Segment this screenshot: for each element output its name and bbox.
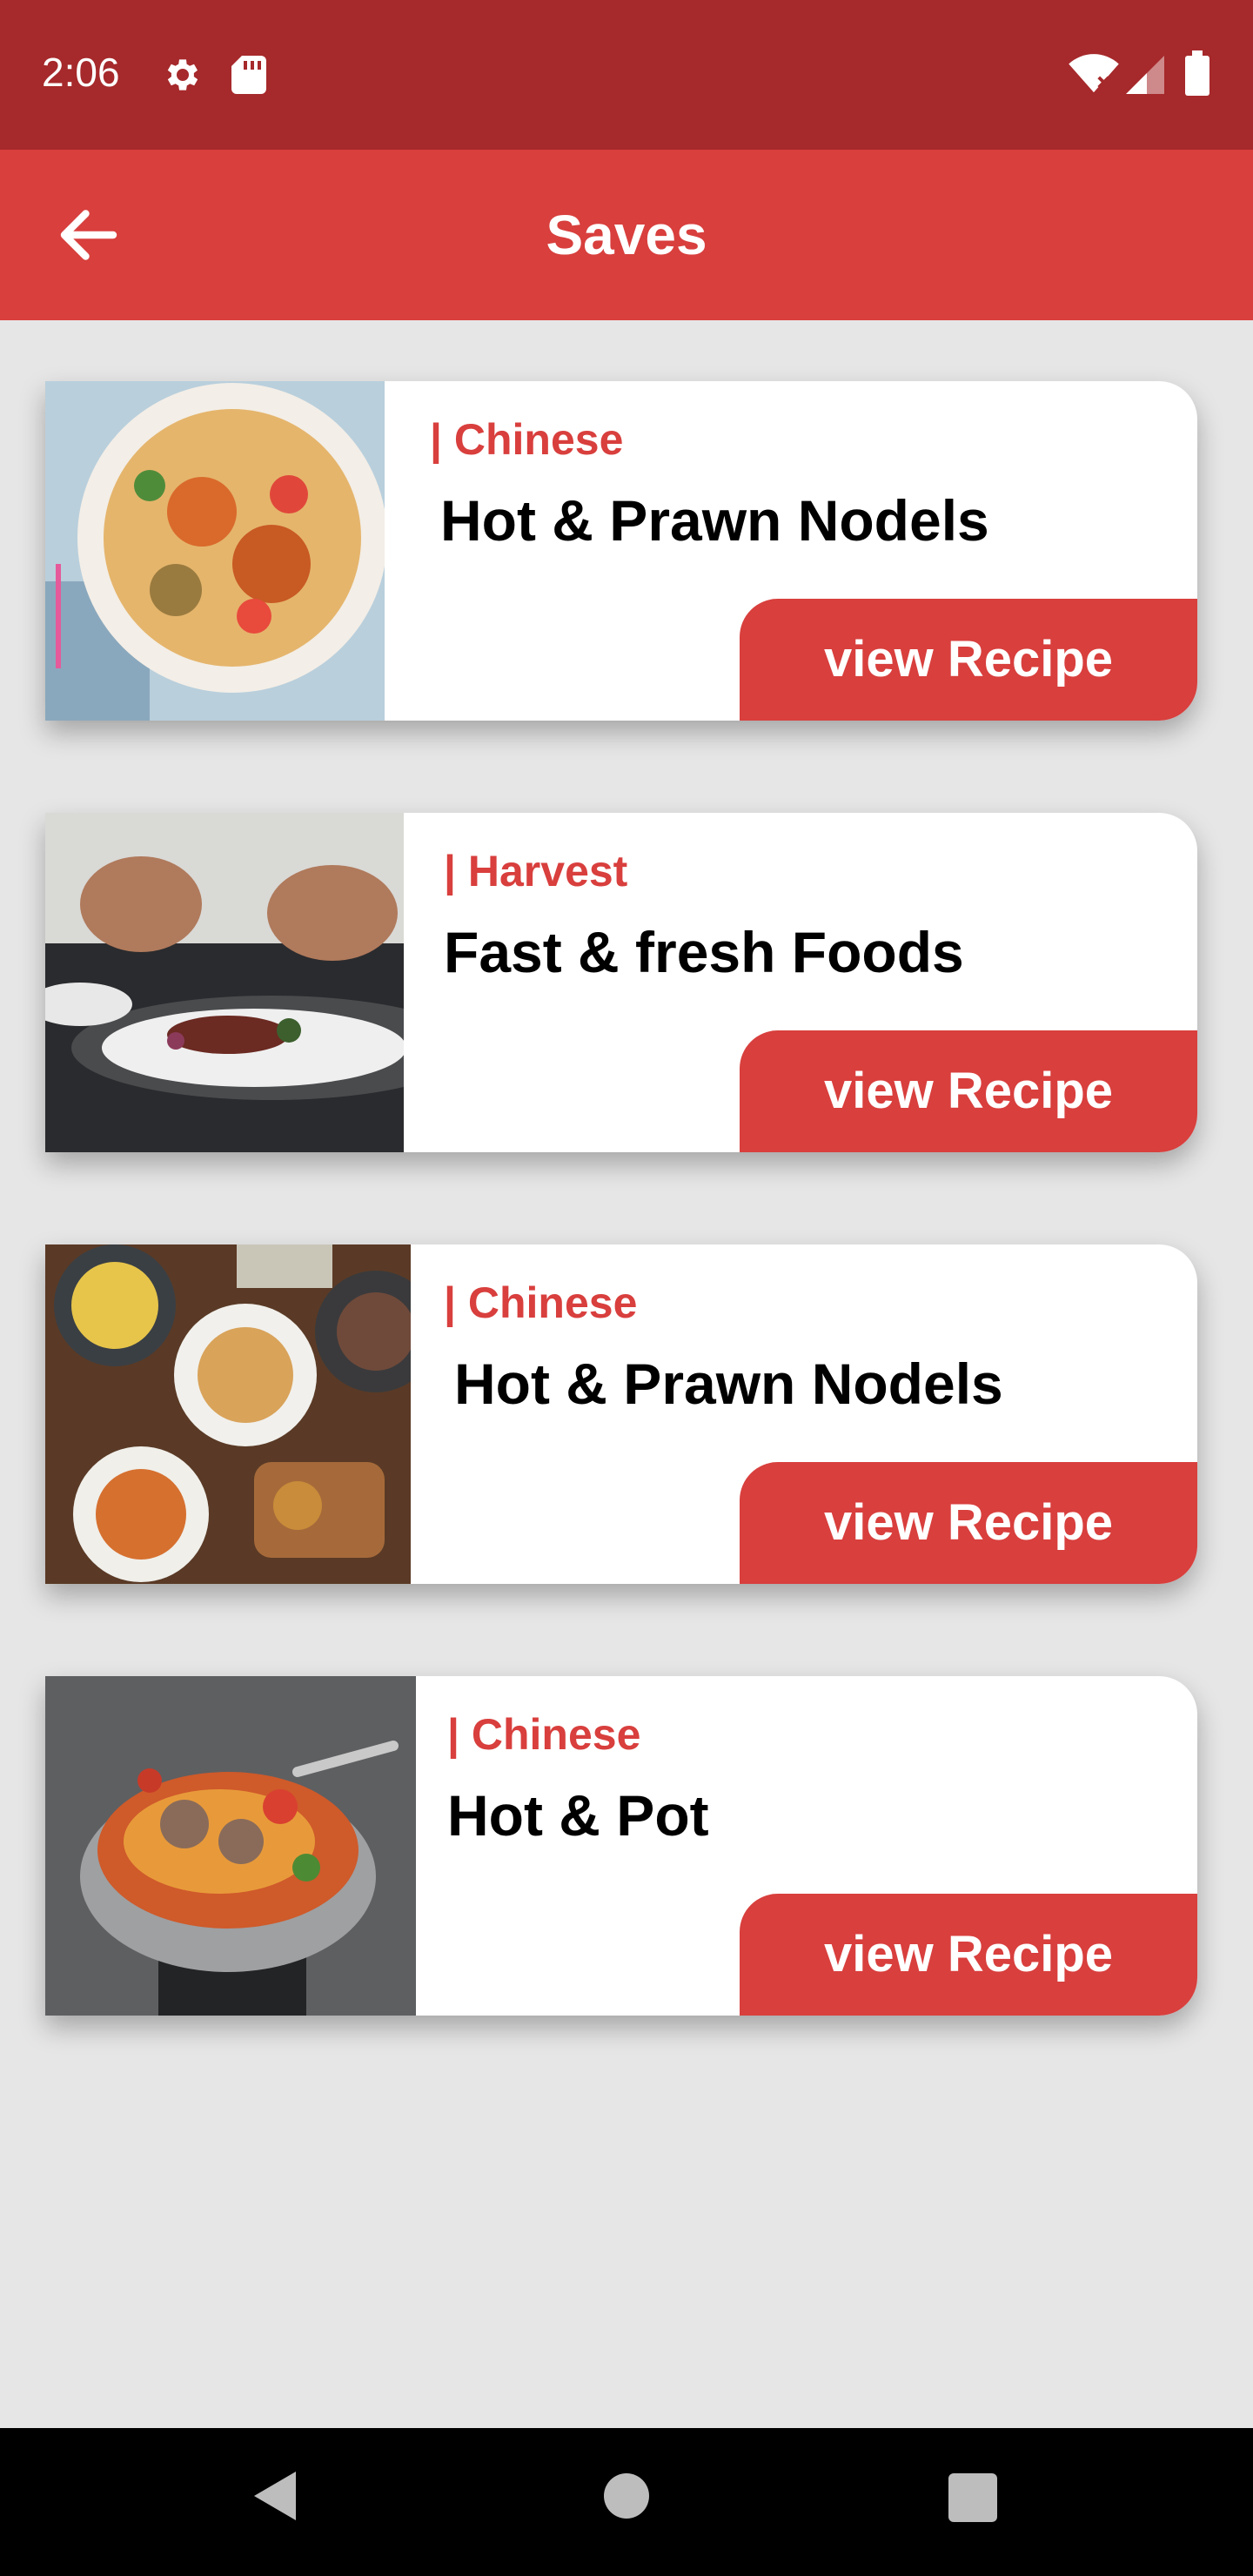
view-recipe-button[interactable]: view Recipe bbox=[740, 599, 1197, 721]
sd-card-icon bbox=[231, 56, 266, 94]
page-title: Saves bbox=[546, 204, 707, 266]
view-recipe-button[interactable]: view Recipe bbox=[740, 1462, 1197, 1584]
recipe-category: | Chinese bbox=[447, 1710, 641, 1759]
app-bar: Saves bbox=[0, 150, 1253, 320]
signal-icon bbox=[1126, 56, 1164, 94]
recipe-image bbox=[45, 381, 385, 721]
recipe-card[interactable]: | Chinese Hot & Pot view Recipe bbox=[45, 1676, 1197, 2016]
wifi-icon bbox=[1069, 54, 1119, 93]
recipe-image bbox=[45, 1676, 416, 2016]
back-triangle-icon[interactable] bbox=[251, 2468, 299, 2524]
navigation-bar bbox=[0, 2428, 1253, 2576]
home-circle-icon[interactable] bbox=[604, 2473, 649, 2519]
status-bar: 2:06 bbox=[0, 0, 1253, 150]
recipe-title: Hot & Pot bbox=[447, 1783, 709, 1848]
gear-icon bbox=[167, 59, 198, 91]
recipe-card[interactable]: | Harvest Fast & fresh Foods view Recipe bbox=[45, 813, 1197, 1152]
recipe-category: | Harvest bbox=[444, 847, 628, 896]
recents-square-icon[interactable] bbox=[948, 2473, 997, 2522]
battery-icon bbox=[1185, 50, 1209, 96]
recipe-category: | Chinese bbox=[430, 415, 624, 464]
status-time: 2:06 bbox=[42, 50, 120, 95]
recipe-image bbox=[45, 813, 404, 1152]
view-recipe-button[interactable]: view Recipe bbox=[740, 1894, 1197, 2016]
recipe-category: | Chinese bbox=[444, 1278, 638, 1327]
recipe-title: Fast & fresh Foods bbox=[444, 920, 964, 984]
recipe-title: Hot & Prawn Nodels bbox=[440, 488, 989, 553]
recipe-card[interactable]: | Chinese Hot & Prawn Nodels view Recipe bbox=[45, 1244, 1197, 1584]
recipe-title: Hot & Prawn Nodels bbox=[454, 1352, 1003, 1416]
view-recipe-button[interactable]: view Recipe bbox=[740, 1030, 1197, 1152]
recipe-card[interactable]: | Chinese Hot & Prawn Nodels view Recipe bbox=[45, 381, 1197, 721]
recipe-image bbox=[45, 1244, 411, 1584]
